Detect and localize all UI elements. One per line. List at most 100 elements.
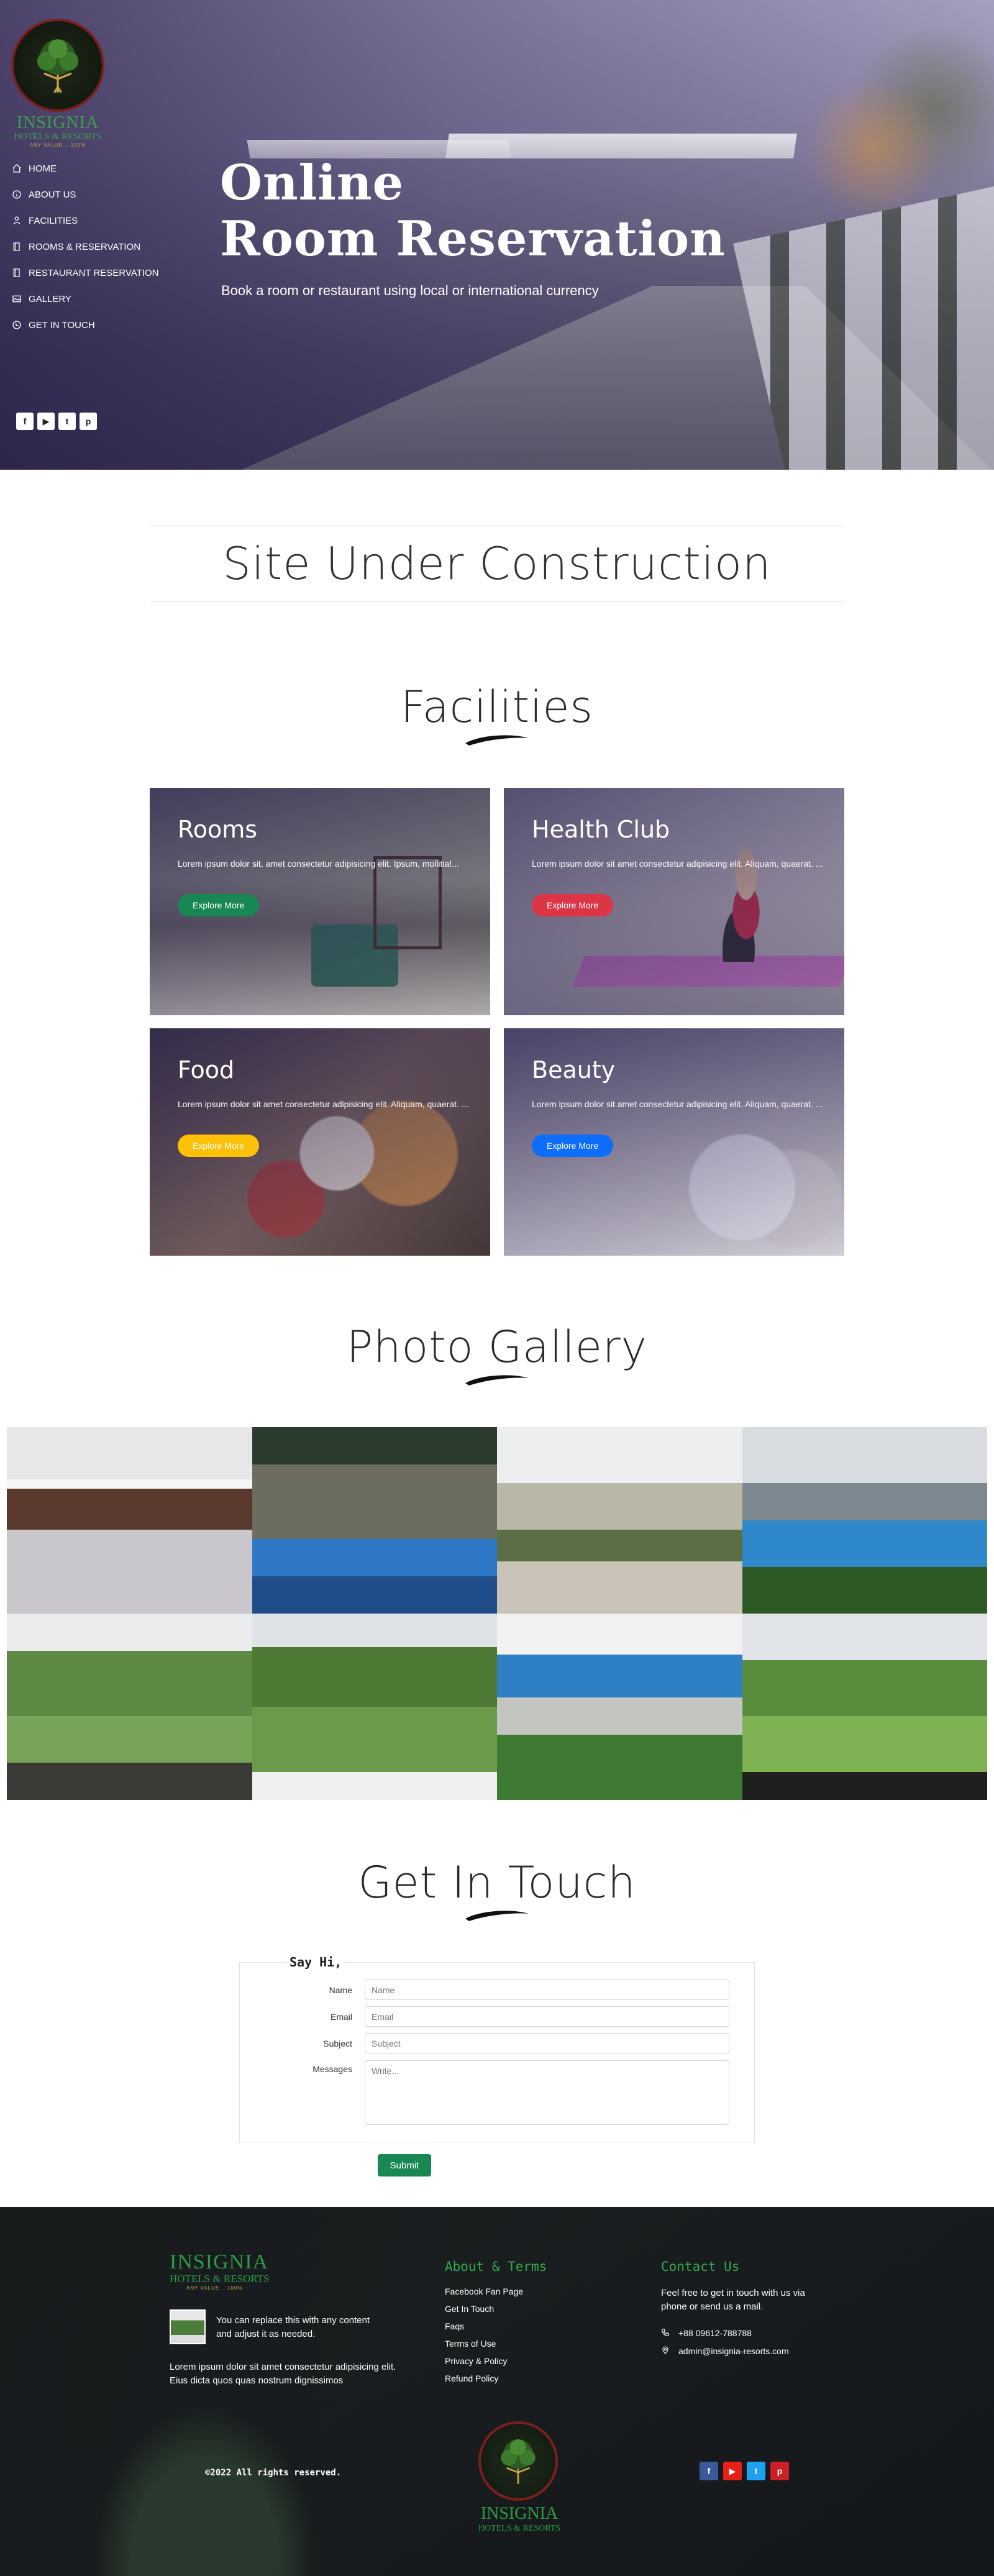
gallery-photo[interactable] (497, 1614, 742, 1800)
footer-logo-subtitle: HOTELS & RESORTS (170, 2273, 270, 2285)
footer-email[interactable]: admin@insignia-resorts.com (661, 2346, 789, 2356)
nav-item-contact[interactable]: GET IN TOUCH (11, 312, 158, 338)
nav-item-facilities[interactable]: FACILITIES (11, 208, 158, 234)
footer-link[interactable]: Faqs (445, 2321, 523, 2339)
twitter-icon[interactable]: t (747, 2462, 765, 2480)
footer-contact-text: Feel free to get in touch with us via ph… (661, 2288, 805, 2312)
form-legend: Say Hi, (286, 1955, 346, 1970)
submit-button[interactable]: Submit (378, 2154, 431, 2176)
tree-icon (501, 2439, 536, 2484)
nav-item-rooms[interactable]: ROOMS & RESERVATION (11, 234, 158, 260)
card-text: Lorem ipsum dolor sit amet consectetur a… (532, 859, 823, 869)
card-title: Rooms (178, 816, 258, 843)
contact-title: Get In Touch (358, 1857, 636, 1908)
facebook-icon[interactable]: f (16, 413, 34, 430)
book-icon (11, 241, 22, 252)
form-row-message: Messages (239, 2060, 755, 2125)
brand-logo[interactable]: INSIGNIA HOTELS & RESORTS ANY VALUE... 1… (11, 19, 104, 148)
facilities-heading: Facilities (0, 682, 994, 747)
footer-phone[interactable]: +88 09612-788788 (661, 2328, 752, 2338)
tree-icon (37, 39, 78, 93)
footer-thumbnail (170, 2309, 206, 2344)
facebook-icon[interactable]: f (700, 2462, 718, 2480)
nav-item-restaurant[interactable]: RESTAURANT RESERVATION (11, 260, 158, 286)
facilities-title: Facilities (401, 682, 593, 733)
footer-seal-subtitle: HOTELS & RESORTS (478, 2524, 561, 2533)
swoosh-divider (465, 735, 529, 746)
facility-card-health-club: Health Club Lorem ipsum dolor sit amet c… (504, 788, 844, 1015)
card-title: Beauty (532, 1056, 616, 1084)
footer-link[interactable]: Facebook Fan Page (445, 2286, 523, 2304)
message-label: Messages (312, 2064, 352, 2074)
gallery-photo[interactable] (7, 1614, 252, 1800)
form-row-name: Name (239, 1980, 755, 2000)
explore-more-button[interactable]: Explore More (532, 894, 614, 916)
nav-label: HOME (29, 163, 57, 174)
footer-about-text: Lorem ipsum dolor sit amet consectetur a… (170, 2362, 396, 2386)
footer-link[interactable]: Terms of Use (445, 2339, 523, 2356)
explore-more-button[interactable]: Explore More (178, 894, 260, 916)
card-title: Food (178, 1056, 235, 1084)
email-label: Email (330, 2011, 352, 2022)
subject-input[interactable] (365, 2033, 729, 2053)
hero-bg-roof (445, 134, 797, 158)
message-textarea[interactable] (365, 2060, 729, 2125)
card-text: Lorem ipsum dolor sit amet consectetur a… (532, 1099, 823, 1109)
construction-text: Site Under Construction (222, 537, 772, 590)
email-input[interactable] (365, 2006, 729, 2027)
gallery-photo[interactable] (742, 1614, 987, 1800)
phone-icon (11, 319, 22, 331)
pinterest-icon[interactable]: p (80, 413, 97, 430)
form-row-email: Email (239, 2006, 755, 2027)
explore-more-button[interactable]: Explore More (178, 1135, 260, 1157)
footer-logo-name: INSIGNIA (170, 2250, 269, 2273)
nav-label: ABOUT US (29, 189, 76, 200)
hero-subtitle: Book a room or restaurant using local or… (221, 283, 599, 298)
phone-icon (661, 2328, 671, 2338)
nav-label: RESTAURANT RESERVATION (29, 267, 159, 278)
youtube-icon[interactable]: ▶ (723, 2462, 742, 2480)
nav-label: GALLERY (29, 293, 71, 304)
email-address: admin@insignia-resorts.com (678, 2346, 789, 2356)
nav-label: GET IN TOUCH (29, 319, 95, 331)
logo-tagline: ANY VALUE... 100% (29, 142, 86, 148)
pinterest-icon[interactable]: p (770, 2462, 789, 2480)
footer-contact-title: Contact Us (661, 2259, 740, 2274)
info-icon (11, 189, 22, 200)
explore-more-button[interactable]: Explore More (532, 1135, 614, 1157)
construction-banner: Site Under Construction (150, 526, 844, 601)
footer-link[interactable]: Privacy & Policy (445, 2356, 523, 2373)
card-text: Lorem ipsum dolor sit, amet consectetur … (178, 859, 459, 869)
footer-social-links: f ▶ t p (700, 2462, 789, 2480)
gallery-photo[interactable] (252, 1614, 497, 1800)
location-icon (661, 2346, 671, 2356)
logo-name: INSIGNIA (16, 113, 99, 132)
gallery-photo[interactable] (497, 1427, 742, 1614)
youtube-icon[interactable]: ▶ (37, 413, 55, 430)
card-title: Health Club (532, 816, 670, 843)
home-icon (11, 163, 22, 174)
footer-bg-plant (75, 2381, 335, 2576)
logo-seal (11, 19, 104, 112)
gallery-photo[interactable] (7, 1427, 252, 1614)
gallery-photo[interactable] (742, 1427, 987, 1614)
facility-card-beauty: Beauty Lorem ipsum dolor sit amet consec… (504, 1028, 844, 1256)
footer: INSIGNIA HOTELS & RESORTS ANY VALUE... 1… (0, 2207, 994, 2576)
nav-item-about[interactable]: ABOUT US (11, 181, 158, 208)
side-navigation: HOME ABOUT US FACILITIES ROOMS & RESERVA… (11, 155, 158, 338)
footer-link[interactable]: Get In Touch (445, 2304, 523, 2321)
nav-item-gallery[interactable]: GALLERY (11, 286, 158, 312)
facility-card-rooms: Rooms Lorem ipsum dolor sit, amet consec… (150, 788, 490, 1015)
footer-thumb-text: You can replace this with any content an… (216, 2315, 370, 2339)
gallery-photo[interactable] (252, 1427, 497, 1614)
footer-link[interactable]: Refund Policy (445, 2373, 523, 2391)
name-input[interactable] (365, 1980, 729, 2000)
page: INSIGNIA HOTELS & RESORTS ANY VALUE... 1… (0, 0, 994, 2576)
copyright: ©2022 All rights reserved. (205, 2468, 342, 2478)
footer-logo-tagline: ANY VALUE... 100% (186, 2285, 243, 2291)
nav-label: ROOMS & RESERVATION (29, 241, 141, 252)
card-text: Lorem ipsum dolor sit amet consectetur a… (178, 1099, 469, 1109)
hero-title-line2: Room Reservation (220, 211, 726, 267)
nav-item-home[interactable]: HOME (11, 155, 158, 181)
twitter-icon[interactable]: t (58, 413, 76, 430)
